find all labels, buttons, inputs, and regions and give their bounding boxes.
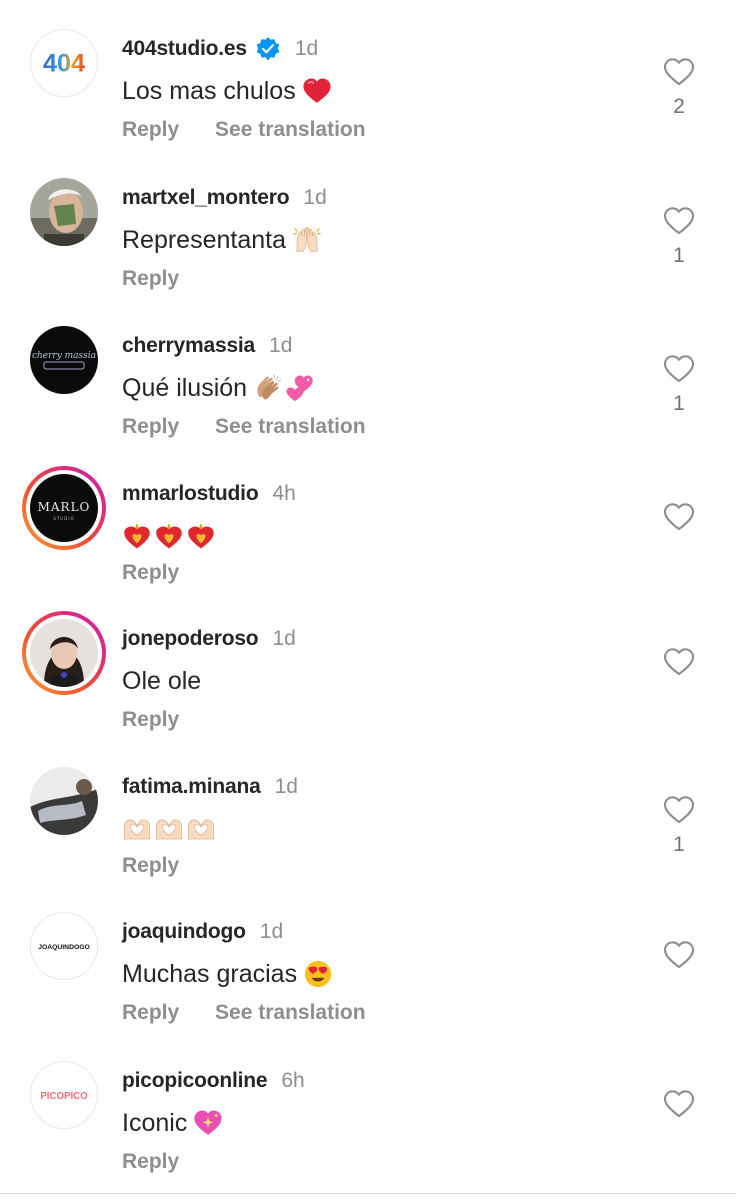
sparkling-heart-emoji-icon — [193, 1108, 223, 1138]
like-heart-icon[interactable] — [662, 1087, 696, 1121]
reply-button[interactable]: Reply — [122, 708, 179, 731]
like-heart-icon[interactable] — [662, 352, 696, 386]
comment-cherrymassia: cherry massia cherrymassia 1d Qué ilusió… — [0, 297, 736, 445]
comment-text: Muchas gracias — [122, 956, 333, 992]
cherry-massia-logo-icon: cherry massia — [30, 326, 98, 394]
timestamp: 1d — [259, 920, 284, 943]
404-logo-text: 404 — [43, 50, 85, 78]
profile-photo-icon — [30, 767, 98, 835]
comment-fatima-minana: fatima.minana 1d Reply 1 — [0, 738, 736, 886]
two-hearts-emoji-icon — [285, 373, 315, 403]
comment-text-content: Ole ole — [122, 666, 202, 695]
heart-hands-emoji-icon — [122, 814, 152, 844]
timestamp: 1d — [294, 37, 319, 60]
like-heart-icon[interactable] — [662, 500, 696, 534]
heart-on-fire-emoji-icon — [154, 521, 184, 551]
raising-hands-emoji-icon — [292, 225, 322, 255]
avatar[interactable]: PICOPICO — [30, 1061, 98, 1129]
like-count: 1 — [673, 244, 685, 267]
comment-text-content: Qué ilusión — [122, 373, 248, 402]
comment-text: Qué ilusión — [122, 370, 315, 406]
timestamp: 1d — [272, 627, 296, 650]
like-heart-icon[interactable] — [662, 793, 696, 827]
like-count: 2 — [673, 95, 685, 118]
like-heart-icon[interactable] — [662, 938, 696, 972]
comment-404studio: 404 404studio.es 1d Los mas chulos Reply… — [0, 0, 736, 148]
like-count: 1 — [673, 392, 685, 415]
comment-picopicoonline: PICOPICO picopicoonline 6h Iconic Reply — [0, 1032, 736, 1180]
reply-button[interactable]: Reply — [122, 118, 179, 141]
reply-button[interactable]: Reply — [122, 1150, 179, 1173]
comment-text: Iconic — [122, 1105, 223, 1141]
timestamp: 4h — [272, 482, 296, 505]
comment-mmarlostudio: MARLO STUDIO mmarlostudio 4h Reply — [0, 445, 736, 593]
like-heart-icon[interactable] — [662, 55, 696, 89]
heart-on-fire-emoji-icon — [186, 521, 216, 551]
like-heart-icon[interactable] — [662, 645, 696, 679]
red-heart-emoji-icon — [302, 76, 332, 106]
comment-text-content: Muchas gracias — [122, 959, 298, 988]
comment-text: Los mas chulos — [122, 73, 332, 109]
joaquindogo-logo-icon: JOAQUINDOGO — [31, 913, 97, 979]
comment-jonepoderoso: jonepoderoso 1d Ole ole Reply — [0, 590, 736, 738]
profile-photo-icon — [30, 178, 98, 246]
reply-button[interactable]: Reply — [122, 1001, 179, 1024]
avatar[interactable]: 404 — [30, 29, 98, 97]
comment-text-content: Representanta — [122, 225, 287, 254]
username[interactable]: 404studio.es — [122, 37, 247, 61]
heart-eyes-emoji-icon — [303, 959, 333, 989]
reply-button[interactable]: Reply — [122, 415, 179, 438]
see-translation-button[interactable]: See translation — [215, 415, 366, 438]
avatar[interactable] — [30, 767, 98, 835]
avatar[interactable] — [30, 178, 98, 246]
divider — [0, 1193, 736, 1194]
heart-hands-emoji-icon — [186, 814, 216, 844]
username[interactable]: joaquindogo — [122, 920, 246, 944]
marlo-logo-subtext: STUDIO — [53, 516, 74, 521]
username[interactable]: fatima.minana — [122, 775, 261, 799]
profile-photo-icon — [30, 619, 98, 687]
username[interactable]: cherrymassia — [122, 334, 255, 358]
comment-text: Representanta — [122, 222, 322, 258]
heart-hands-emoji-icon — [154, 814, 184, 844]
picopico-logo-text: PICOPICO — [40, 1091, 88, 1102]
marlo-logo-text: MARLO — [38, 500, 91, 514]
username[interactable]: martxel_montero — [122, 186, 290, 210]
comment-text — [122, 811, 216, 847]
comment-text — [122, 518, 216, 554]
joaquindogo-logo-text: JOAQUINDOGO — [38, 944, 90, 951]
comment-martxel-montero: martxel_montero 1d Representanta Reply 1 — [0, 149, 736, 297]
cherry-logo-text: cherry massia — [32, 351, 96, 361]
clapping-hands-emoji-icon — [253, 373, 283, 403]
comment-text-content: Los mas chulos — [122, 76, 296, 105]
comment-joaquindogo: JOAQUINDOGO joaquindogo 1d Muchas gracia… — [0, 883, 736, 1031]
verified-badge-icon — [255, 36, 281, 62]
timestamp: 1d — [269, 334, 293, 357]
username[interactable]: mmarlostudio — [122, 482, 259, 506]
heart-on-fire-emoji-icon — [122, 521, 152, 551]
reply-button[interactable]: Reply — [122, 561, 179, 584]
username[interactable]: jonepoderoso — [122, 627, 259, 651]
404-logo-icon: 404 — [31, 30, 97, 96]
see-translation-button[interactable]: See translation — [215, 1001, 366, 1024]
avatar-story-ring[interactable]: MARLO STUDIO — [22, 466, 106, 550]
avatar-story-ring[interactable] — [22, 611, 106, 695]
username[interactable]: picopicoonline — [122, 1069, 268, 1093]
like-heart-icon[interactable] — [662, 204, 696, 238]
timestamp: 1d — [303, 186, 327, 209]
timestamp: 6h — [281, 1069, 305, 1092]
reply-button[interactable]: Reply — [122, 854, 179, 877]
like-count: 1 — [673, 833, 685, 856]
comment-text-content: Iconic — [122, 1108, 188, 1137]
avatar[interactable]: cherry massia — [30, 326, 98, 394]
comment-text: Ole ole — [122, 663, 201, 699]
see-translation-button[interactable]: See translation — [215, 118, 366, 141]
picopico-logo-icon: PICOPICO — [31, 1062, 97, 1128]
timestamp: 1d — [274, 775, 298, 798]
reply-button[interactable]: Reply — [122, 267, 179, 290]
avatar[interactable]: JOAQUINDOGO — [30, 912, 98, 980]
marlo-studio-logo-icon: MARLO STUDIO — [30, 474, 98, 542]
